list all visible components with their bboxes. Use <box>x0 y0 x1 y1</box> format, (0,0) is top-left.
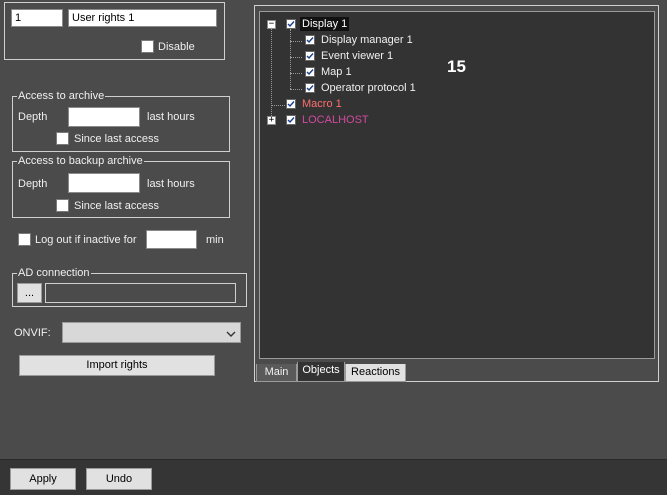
tree-connector <box>290 57 302 58</box>
apply-button[interactable]: Apply <box>10 468 76 490</box>
tree-connector <box>290 41 302 42</box>
ad-connection-title: AD connection <box>17 267 91 279</box>
backup-depth-label: Depth <box>18 178 48 190</box>
backup-depth-input[interactable] <box>68 173 140 193</box>
archive-since-checkbox[interactable] <box>56 132 69 145</box>
logout-label: Log out if inactive for <box>35 234 137 246</box>
user-id-field[interactable]: 1 <box>11 9 63 27</box>
ad-browse-button[interactable]: ... <box>17 283 42 303</box>
archive-group-title: Access to archive <box>17 90 106 102</box>
chevron-down-icon <box>226 329 236 341</box>
tree-checkbox-map[interactable] <box>305 67 315 77</box>
tree-checkbox-localhost[interactable] <box>286 115 296 125</box>
tree-connector <box>290 73 302 74</box>
backup-hours-label: last hours <box>147 178 195 190</box>
tree-checkbox-macro[interactable] <box>286 99 296 109</box>
tab-main[interactable]: Main <box>256 364 297 382</box>
disable-checkbox[interactable] <box>141 40 154 53</box>
tree-connector <box>271 105 285 106</box>
tree-connector <box>290 29 291 89</box>
tree-node-map[interactable]: Map 1 <box>321 65 352 79</box>
undo-button[interactable]: Undo <box>86 468 152 490</box>
import-rights-button[interactable]: Import rights <box>19 355 215 376</box>
tree-node-localhost[interactable]: LOCALHOST <box>302 113 369 127</box>
backup-since-label: Since last access <box>74 200 159 212</box>
disable-label: Disable <box>158 41 195 53</box>
tree-connector <box>290 89 302 90</box>
expand-icon[interactable]: + <box>267 116 276 125</box>
tree-node-operator-protocol[interactable]: Operator protocol 1 <box>321 81 416 95</box>
overlay-number: 15 <box>447 57 466 76</box>
onvif-label: ONVIF: <box>14 327 51 339</box>
collapse-icon[interactable]: − <box>267 20 276 29</box>
backup-since-checkbox[interactable] <box>56 199 69 212</box>
tab-objects[interactable]: Objects <box>297 362 345 382</box>
tree-node-event-viewer[interactable]: Event viewer 1 <box>321 49 393 63</box>
tree-checkbox-display-manager[interactable] <box>305 35 315 45</box>
tree-node-display[interactable]: Display 1 <box>300 17 350 31</box>
logout-unit-label: min <box>206 234 224 246</box>
archive-hours-label: last hours <box>147 111 195 123</box>
ad-connection-field[interactable] <box>45 283 236 303</box>
backup-archive-group-title: Access to backup archive <box>17 155 144 167</box>
user-name-field[interactable]: User rights 1 <box>68 9 217 27</box>
archive-depth-label: Depth <box>18 111 48 123</box>
logout-minutes-input[interactable] <box>146 230 197 249</box>
archive-since-label: Since last access <box>74 133 159 145</box>
logout-checkbox[interactable] <box>18 233 31 246</box>
tree-node-macro[interactable]: Macro 1 <box>302 97 342 111</box>
onvif-select[interactable] <box>62 322 241 343</box>
tree-connector <box>271 24 272 124</box>
archive-depth-input[interactable] <box>68 107 140 127</box>
tree-checkbox-display[interactable] <box>286 19 296 29</box>
tree-checkbox-event-viewer[interactable] <box>305 51 315 61</box>
tree-node-display-manager[interactable]: Display manager 1 <box>321 33 413 47</box>
object-tree: − Display 1 Display manager 1 Event view… <box>259 11 655 359</box>
tab-reactions[interactable]: Reactions <box>345 364 406 382</box>
tree-checkbox-operator-protocol[interactable] <box>305 83 315 93</box>
